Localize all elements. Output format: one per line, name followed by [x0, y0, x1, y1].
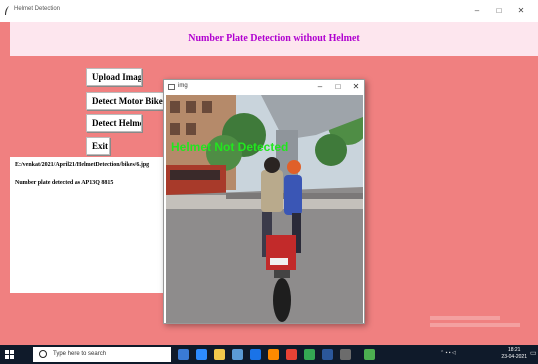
- image-window-title-bar: img – □ ✕: [164, 80, 364, 95]
- street-photo: [166, 95, 363, 323]
- image-window-title: img: [178, 83, 188, 89]
- detect-motor-bike-button[interactable]: Detect Motor Bike & Person: [86, 92, 166, 110]
- taskbar-clock[interactable]: 18:21 23-04-2021: [501, 347, 527, 361]
- minimize-button[interactable]: –: [470, 4, 484, 18]
- search-circle-icon: [39, 350, 47, 358]
- notification-icon[interactable]: ▭: [530, 349, 537, 357]
- window-title: Helmet Detection: [14, 6, 61, 12]
- close-button[interactable]: ✕: [514, 4, 528, 18]
- window-icon: [168, 84, 175, 90]
- file-path-text: E:/venkat/2021/April21/HelmetDetection/b…: [15, 162, 150, 168]
- app-icon-5[interactable]: [340, 349, 351, 360]
- taskbar: Type here to search ⌃ ▪ ▪ ◁ 18:21 23-04-…: [0, 345, 538, 364]
- maximize-button[interactable]: □: [492, 4, 506, 18]
- image-window[interactable]: img – □ ✕ Helmet Not Detected: [163, 79, 365, 324]
- image-window-maximize-button[interactable]: □: [332, 81, 344, 93]
- window-title-bar: Helmet Detection – □ ✕: [0, 0, 538, 22]
- windows-start-icon[interactable]: [5, 350, 14, 359]
- heading-band: Number Plate Detection without Helmet: [10, 22, 538, 56]
- store-icon[interactable]: [232, 349, 243, 360]
- clock-date: 23-04-2021: [501, 354, 527, 360]
- activation-watermark: [430, 316, 520, 327]
- image-window-minimize-button[interactable]: –: [314, 81, 326, 93]
- helmet-detection-overlay: Helmet Not Detected: [171, 140, 289, 154]
- page-heading: Number Plate Detection without Helmet: [188, 33, 360, 44]
- edge-icon[interactable]: [196, 349, 207, 360]
- system-tray-icons[interactable]: ⌃ ▪ ▪ ◁: [440, 350, 456, 356]
- app-icon-1[interactable]: [268, 349, 279, 360]
- python-icon[interactable]: [364, 349, 375, 360]
- search-placeholder: Type here to search: [53, 351, 107, 357]
- app-icon-3[interactable]: [304, 349, 315, 360]
- upload-image-button[interactable]: Upload Image: [86, 68, 142, 86]
- detection-result-text: Number plate detected as AP13Q 8815: [15, 180, 114, 186]
- app-feather-icon: [5, 6, 9, 15]
- exit-button[interactable]: Exit: [86, 137, 110, 155]
- clock-time: 18:21: [507, 347, 521, 353]
- app-icon-4[interactable]: [322, 349, 333, 360]
- ie-icon[interactable]: [250, 349, 261, 360]
- output-textarea[interactable]: E:/venkat/2021/April21/HelmetDetection/b…: [10, 157, 170, 293]
- image-window-close-button[interactable]: ✕: [350, 81, 362, 93]
- task-view-icon[interactable]: [178, 349, 189, 360]
- file-explorer-icon[interactable]: [214, 349, 225, 360]
- app-icon-2[interactable]: [286, 349, 297, 360]
- taskbar-search-box[interactable]: Type here to search: [33, 347, 171, 362]
- detect-helmet-button[interactable]: Detect Helmet: [86, 114, 142, 132]
